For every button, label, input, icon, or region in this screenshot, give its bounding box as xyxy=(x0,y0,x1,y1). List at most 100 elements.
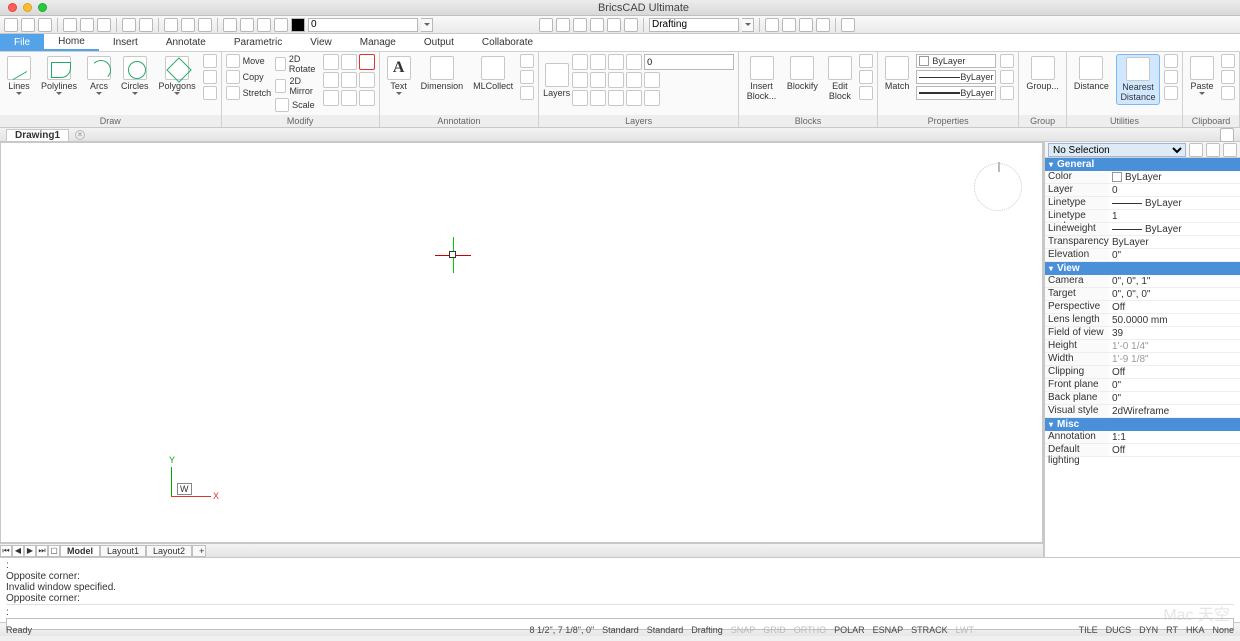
text-button[interactable]: AText xyxy=(384,54,414,100)
status-draft[interactable]: Drafting xyxy=(691,625,723,635)
prop-lineweight-select[interactable]: ByLayer xyxy=(916,86,996,100)
clip-extra-3[interactable] xyxy=(1221,86,1235,100)
icon-c[interactable] xyxy=(573,18,587,32)
util-extra-2[interactable] xyxy=(1164,70,1178,84)
icon-a[interactable] xyxy=(539,18,553,32)
polylines-button[interactable]: Polylines xyxy=(38,54,80,100)
explode-icon[interactable] xyxy=(359,72,375,88)
scale-button[interactable]: Scale xyxy=(275,98,319,112)
current-layer-field[interactable] xyxy=(308,18,418,32)
offset-icon[interactable] xyxy=(341,90,357,106)
util-extra-1[interactable] xyxy=(1164,54,1178,68)
layer-tool-1-icon[interactable] xyxy=(572,72,588,88)
layout-tab-model[interactable]: Model xyxy=(60,545,100,557)
status-ducs[interactable]: DUCS xyxy=(1106,625,1132,635)
icon-b[interactable] xyxy=(556,18,570,32)
drawing-canvas[interactable]: Y X W xyxy=(0,142,1043,543)
command-line[interactable]: : Opposite corner: Invalid window specif… xyxy=(0,557,1240,622)
layer-tool-10-icon[interactable] xyxy=(644,90,660,106)
group-button[interactable]: Group... xyxy=(1023,54,1062,93)
status-tile[interactable]: TILE xyxy=(1079,625,1098,635)
selection-combo[interactable]: No Selection xyxy=(1048,143,1186,157)
blk-extra-1[interactable] xyxy=(859,54,873,68)
tab-home[interactable]: Home xyxy=(44,34,99,51)
layout-nav-prev[interactable]: ◀ xyxy=(12,545,24,557)
prop-extra-1[interactable] xyxy=(1000,54,1014,68)
blockify-button[interactable]: Blockify xyxy=(784,54,821,93)
layer-tool-7-icon[interactable] xyxy=(590,90,606,106)
prop-linetype-select[interactable]: ByLayer xyxy=(916,70,996,84)
open-icon[interactable] xyxy=(21,18,35,32)
status-rt[interactable]: RT xyxy=(1166,625,1178,635)
prop-fp-value[interactable]: 0" xyxy=(1109,379,1240,391)
document-tab[interactable]: Drawing1 xyxy=(6,129,69,141)
fillet-icon[interactable] xyxy=(323,72,339,88)
status-std1[interactable]: Standard xyxy=(602,625,639,635)
tab-manage[interactable]: Manage xyxy=(346,34,410,51)
prop-vs-value[interactable]: 2dWireframe xyxy=(1109,405,1240,417)
distance-button[interactable]: Distance xyxy=(1071,54,1112,93)
icon-f[interactable] xyxy=(624,18,638,32)
extend-icon[interactable] xyxy=(341,54,357,70)
join-icon[interactable] xyxy=(359,90,375,106)
status-hka[interactable]: HKA xyxy=(1186,625,1205,635)
layer-tool-3-icon[interactable] xyxy=(608,72,624,88)
view-cube[interactable] xyxy=(974,163,1022,211)
erase-icon[interactable] xyxy=(359,54,375,70)
prop-el-value[interactable]: 0" xyxy=(1109,249,1240,261)
mlcollect-button[interactable]: MLCollect xyxy=(470,54,516,93)
prop-tr-value[interactable]: ByLayer xyxy=(1109,236,1240,248)
undo-icon[interactable] xyxy=(122,18,136,32)
layer-freeze-icon[interactable] xyxy=(590,54,606,70)
icon-e[interactable] xyxy=(607,18,621,32)
draw-extra-2[interactable] xyxy=(203,70,217,84)
group-misc[interactable]: ▾Misc xyxy=(1045,418,1240,431)
cut-icon[interactable] xyxy=(164,18,178,32)
chamfer-icon[interactable] xyxy=(341,72,357,88)
layout-nav-next[interactable]: ▶ xyxy=(24,545,36,557)
doc-right-icon[interactable] xyxy=(1220,128,1234,142)
icon-d[interactable] xyxy=(590,18,604,32)
clip-extra-1[interactable] xyxy=(1221,54,1235,68)
document-close-icon[interactable]: × xyxy=(75,130,85,140)
layout-nav-list[interactable]: ▢ xyxy=(48,545,60,557)
status-strack[interactable]: STRACK xyxy=(911,625,948,635)
prop-lts-value[interactable]: 1 xyxy=(1109,210,1240,222)
prop-lw-value[interactable]: ByLayer xyxy=(1109,223,1240,235)
layer-combo[interactable] xyxy=(644,54,734,70)
status-dyn[interactable]: DYN xyxy=(1139,625,1158,635)
prop-color-value[interactable]: ByLayer xyxy=(1109,171,1240,183)
prop-extra-2[interactable] xyxy=(1000,70,1014,84)
layers-button[interactable]: Layers xyxy=(543,63,570,98)
layer-tool-6-icon[interactable] xyxy=(572,90,588,106)
draw-extra-3[interactable] xyxy=(203,86,217,100)
prop-linetype-value[interactable]: ByLayer xyxy=(1109,197,1240,209)
prop-lens-value[interactable]: 50.0000 mm xyxy=(1109,314,1240,326)
ann-extra-1[interactable] xyxy=(520,54,534,68)
layer-tool-4-icon[interactable] xyxy=(626,72,642,88)
tab-view[interactable]: View xyxy=(296,34,346,51)
workspace-field[interactable] xyxy=(649,18,739,32)
prop-fov-value[interactable]: 39 xyxy=(1109,327,1240,339)
status-lwt[interactable]: LWT xyxy=(956,625,974,635)
layer-tool-2-icon[interactable] xyxy=(590,72,606,88)
prop-clip-value[interactable]: Off xyxy=(1109,366,1240,378)
print-preview-icon[interactable] xyxy=(80,18,94,32)
tool-icon-2[interactable] xyxy=(782,18,796,32)
tab-collaborate[interactable]: Collaborate xyxy=(468,34,547,51)
edit-block-button[interactable]: Edit Block xyxy=(825,54,855,103)
layer-tool-5-icon[interactable] xyxy=(644,72,660,88)
array-icon[interactable] xyxy=(323,90,339,106)
prop-pers-value[interactable]: Off xyxy=(1109,301,1240,313)
prop-cam-value[interactable]: 0", 0", 1" xyxy=(1109,275,1240,287)
polygons-button[interactable]: Polygons xyxy=(156,54,199,100)
match-button[interactable]: Match xyxy=(882,54,913,93)
blk-extra-2[interactable] xyxy=(859,70,873,84)
paste-icon[interactable] xyxy=(198,18,212,32)
group-view[interactable]: ▾View xyxy=(1045,262,1240,275)
trim-icon[interactable] xyxy=(323,54,339,70)
layer-lock-icon[interactable] xyxy=(608,54,624,70)
blk-extra-3[interactable] xyxy=(859,86,873,100)
rotate-button[interactable]: 2D Rotate xyxy=(275,54,319,74)
close-window-button[interactable] xyxy=(8,3,17,12)
